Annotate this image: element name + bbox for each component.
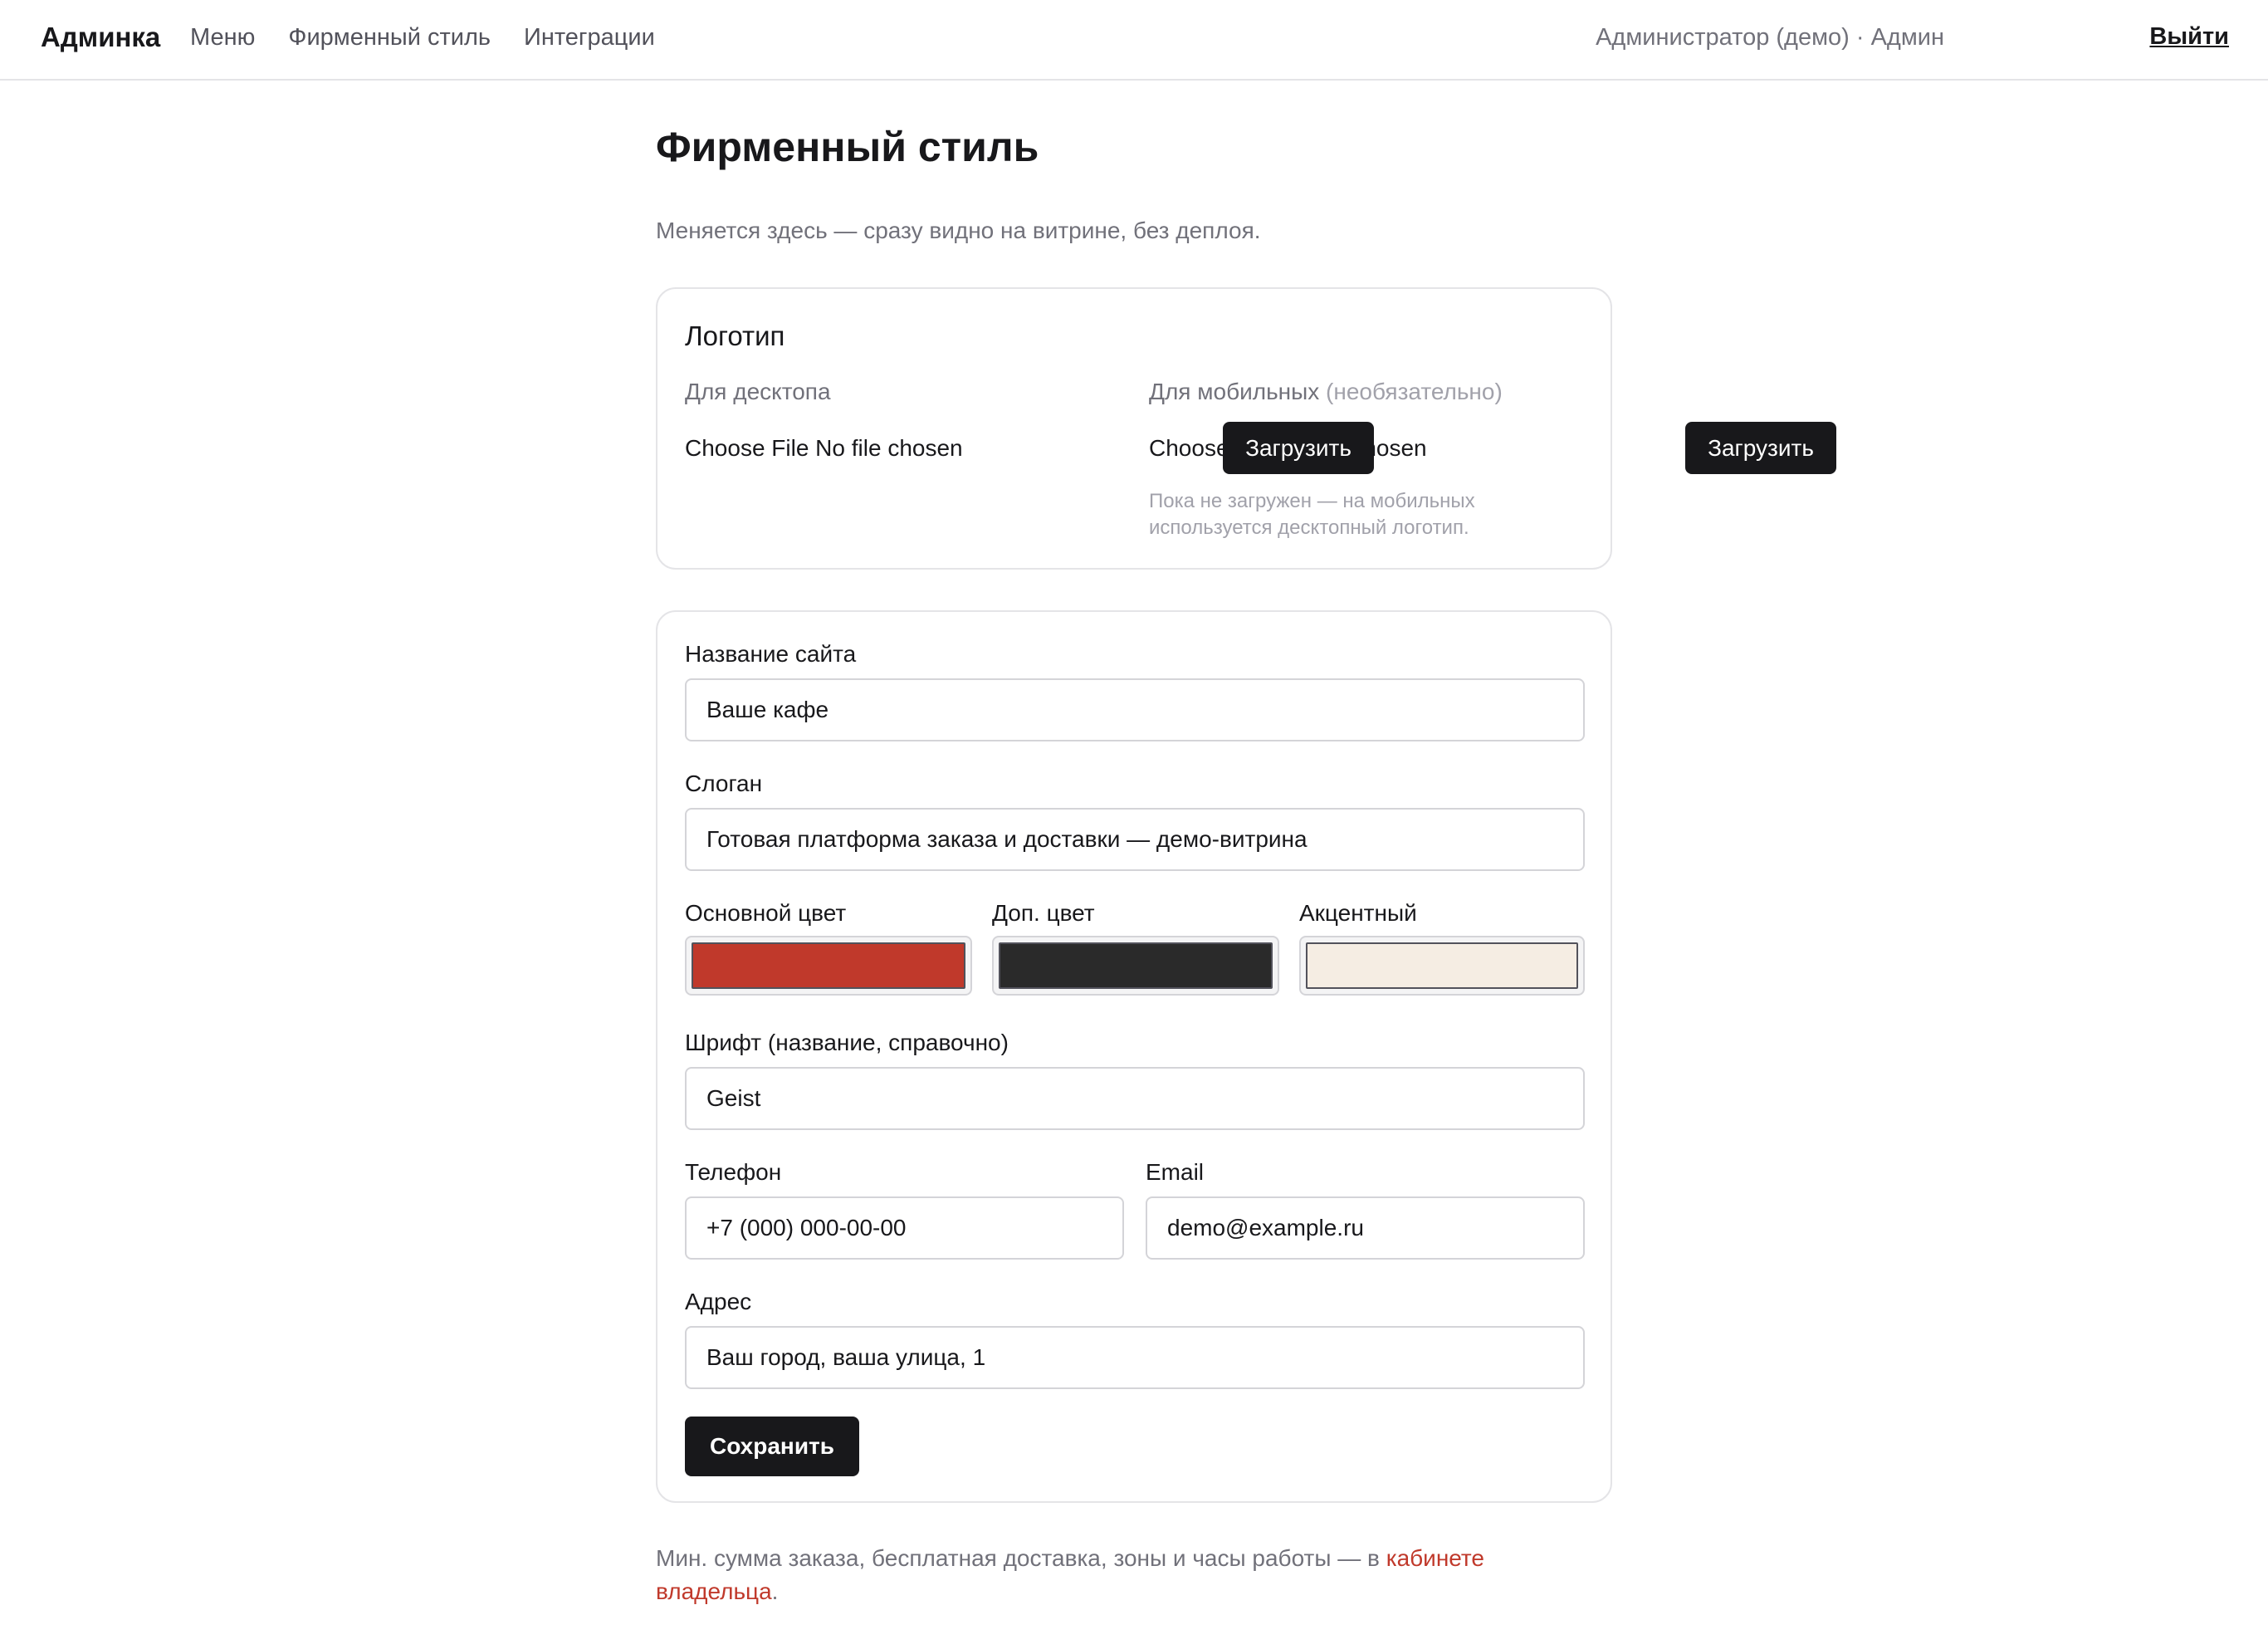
brand-settings-form: Название сайта Ваше кафе Слоган Готовая … (656, 610, 1612, 1503)
accent-color-label: Акцентный (1299, 900, 1417, 926)
desktop-logo-label-text: Для десктопа (685, 379, 831, 404)
nav-item-integrations[interactable]: Интеграции (524, 24, 655, 51)
secondary-color-label: Доп. цвет (992, 900, 1095, 926)
top-bar: Админка Меню Фирменный стиль Интеграции … (0, 0, 2268, 81)
footer-note-end: . (771, 1578, 779, 1604)
brand-logo[interactable]: Админка (41, 22, 160, 53)
font-input[interactable]: Geist (685, 1067, 1585, 1130)
secondary-color-swatch (999, 942, 1273, 989)
primary-color-picker[interactable] (685, 936, 972, 996)
page-title: Фирменный стиль (656, 124, 1039, 170)
logo-card: Логотип Для десктопа Для мобильных (необ… (656, 287, 1612, 570)
desktop-logo-label: Для десктопа (685, 379, 831, 405)
desktop-file-input[interactable]: Choose File No file chosen (685, 435, 963, 462)
email-label: Email (1146, 1159, 1205, 1185)
upload-desktop-logo-button[interactable]: Загрузить (1223, 422, 1374, 474)
font-label: Шрифт (название, справочно) (685, 1030, 1009, 1055)
footer-note-text: Мин. сумма заказа, бесплатная доставка, … (656, 1545, 1386, 1571)
mobile-logo-label-text: Для мобильных (1149, 379, 1320, 404)
site-name-label: Название сайта (685, 641, 857, 667)
phone-label: Телефон (685, 1159, 782, 1185)
address-label: Адрес (685, 1289, 752, 1314)
mobile-optional-note: (необязательно) (1326, 379, 1503, 404)
mobile-logo-hint: Пока не загружен — на мобильных использу… (1149, 490, 1475, 539)
nav-item-menu[interactable]: Меню (190, 24, 255, 51)
accent-color-picker[interactable] (1299, 936, 1585, 996)
nav-item-brand-style[interactable]: Фирменный стиль (288, 24, 491, 51)
main-nav: Меню Фирменный стиль Интеграции (190, 24, 655, 51)
address-input[interactable]: Ваш город, ваша улица, 1 (685, 1326, 1585, 1389)
primary-color-label: Основной цвет (685, 900, 847, 926)
accent-color-swatch (1306, 942, 1578, 989)
save-button[interactable]: Сохранить (685, 1417, 859, 1476)
phone-input[interactable]: +7 (000) 000-00-00 (685, 1196, 1124, 1260)
slogan-input[interactable]: Готовая платформа заказа и доставки — де… (685, 808, 1585, 871)
slogan-label: Слоган (685, 771, 763, 796)
site-name-input[interactable]: Ваше кафе (685, 678, 1585, 741)
current-user: Администратор (демо) · Админ (1596, 24, 1944, 51)
upload-mobile-logo-button[interactable]: Загрузить (1685, 422, 1836, 474)
page-subtitle: Меняется здесь — сразу видно на витрине,… (656, 218, 1261, 243)
footer-note: Мин. сумма заказа, бесплатная доставка, … (656, 1542, 1611, 1608)
logout-link[interactable]: Выйти (2149, 23, 2229, 51)
secondary-color-picker[interactable] (992, 936, 1279, 996)
primary-color-swatch (692, 942, 965, 989)
email-input[interactable]: demo@example.ru (1146, 1196, 1585, 1260)
mobile-logo-label: Для мобильных (необязательно) (1149, 379, 1503, 405)
logo-card-title: Логотип (685, 321, 785, 351)
